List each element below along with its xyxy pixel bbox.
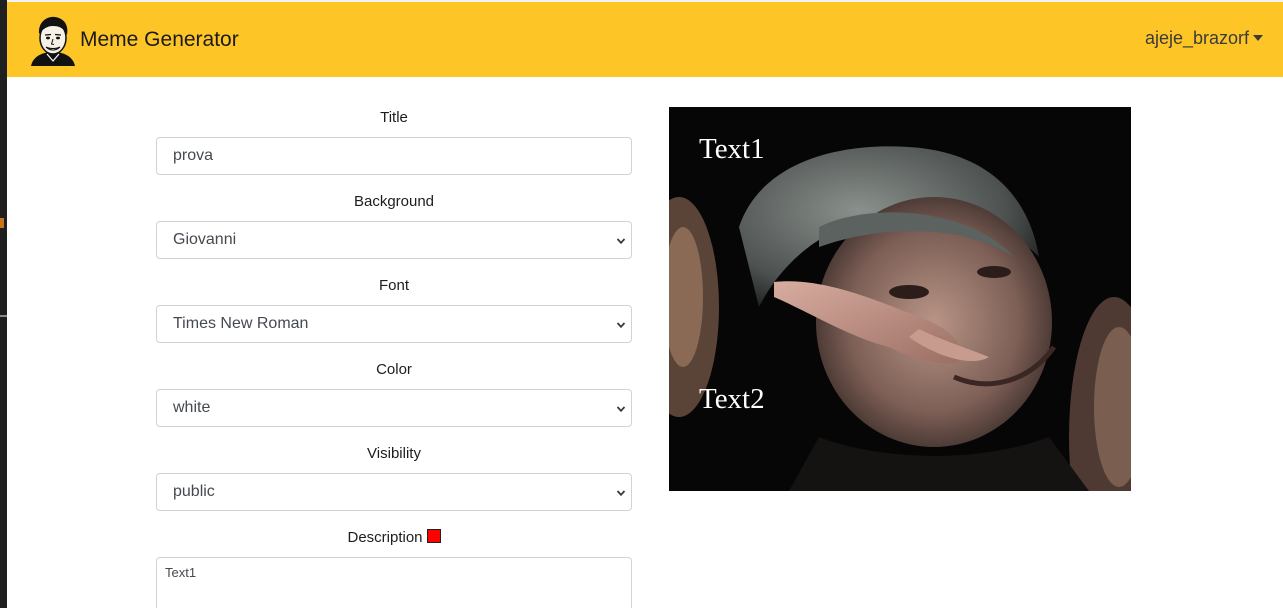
- chevron-down-icon: [616, 406, 626, 413]
- navbar: Meme Generator ajeje_brazorf: [7, 0, 1283, 77]
- chevron-down-icon: [616, 322, 626, 329]
- edge-divider: [0, 315, 7, 317]
- title-label: Title: [380, 109, 408, 126]
- color-label: Color: [376, 361, 412, 378]
- visibility-group: Visibility public: [156, 444, 632, 511]
- edge-marker: [0, 218, 4, 228]
- navbar-brand[interactable]: Meme Generator: [29, 14, 239, 66]
- left-window-edge: [0, 0, 7, 608]
- user-menu-dropdown[interactable]: ajeje_brazorf: [1145, 28, 1263, 49]
- color-select[interactable]: white: [156, 389, 632, 427]
- background-label: Background: [353, 193, 435, 210]
- font-select[interactable]: Times New Roman: [156, 305, 632, 343]
- color-select-value: white: [156, 389, 632, 427]
- visibility-label: Visibility: [367, 445, 421, 462]
- font-label: Font: [378, 277, 409, 294]
- visibility-select-value: public: [156, 473, 632, 511]
- meme-text-top[interactable]: Text1: [699, 133, 765, 166]
- background-group: Background Giovanni: [156, 192, 632, 259]
- background-select-value: Giovanni: [156, 221, 632, 259]
- user-name: ajeje_brazorf: [1144, 28, 1249, 48]
- font-select-value: Times New Roman: [156, 305, 632, 343]
- description-label: Description: [347, 529, 423, 546]
- description-group: Description Text1: [156, 528, 632, 608]
- title-input[interactable]: prova: [156, 137, 632, 175]
- visibility-select[interactable]: public: [156, 473, 632, 511]
- brand-title: Meme Generator: [80, 28, 239, 51]
- background-select[interactable]: Giovanni: [156, 221, 632, 259]
- color-group: Color white: [156, 360, 632, 427]
- title-group: Title prova: [156, 108, 632, 175]
- meme-form: Title prova Background Giovanni Font Tim…: [156, 107, 632, 608]
- chevron-down-icon: [616, 238, 626, 245]
- caret-down-icon: [1253, 34, 1263, 41]
- font-group: Font Times New Roman: [156, 276, 632, 343]
- cartoon-face-logo-icon: [31, 16, 75, 66]
- meme-text-bottom[interactable]: Text2: [699, 383, 765, 416]
- description-textarea[interactable]: Text1: [156, 557, 632, 608]
- meme-preview: Text1 Text2: [669, 107, 1131, 491]
- chevron-down-icon: [616, 490, 626, 497]
- description-label-row: Description: [156, 528, 632, 548]
- color-indicator: [426, 529, 441, 543]
